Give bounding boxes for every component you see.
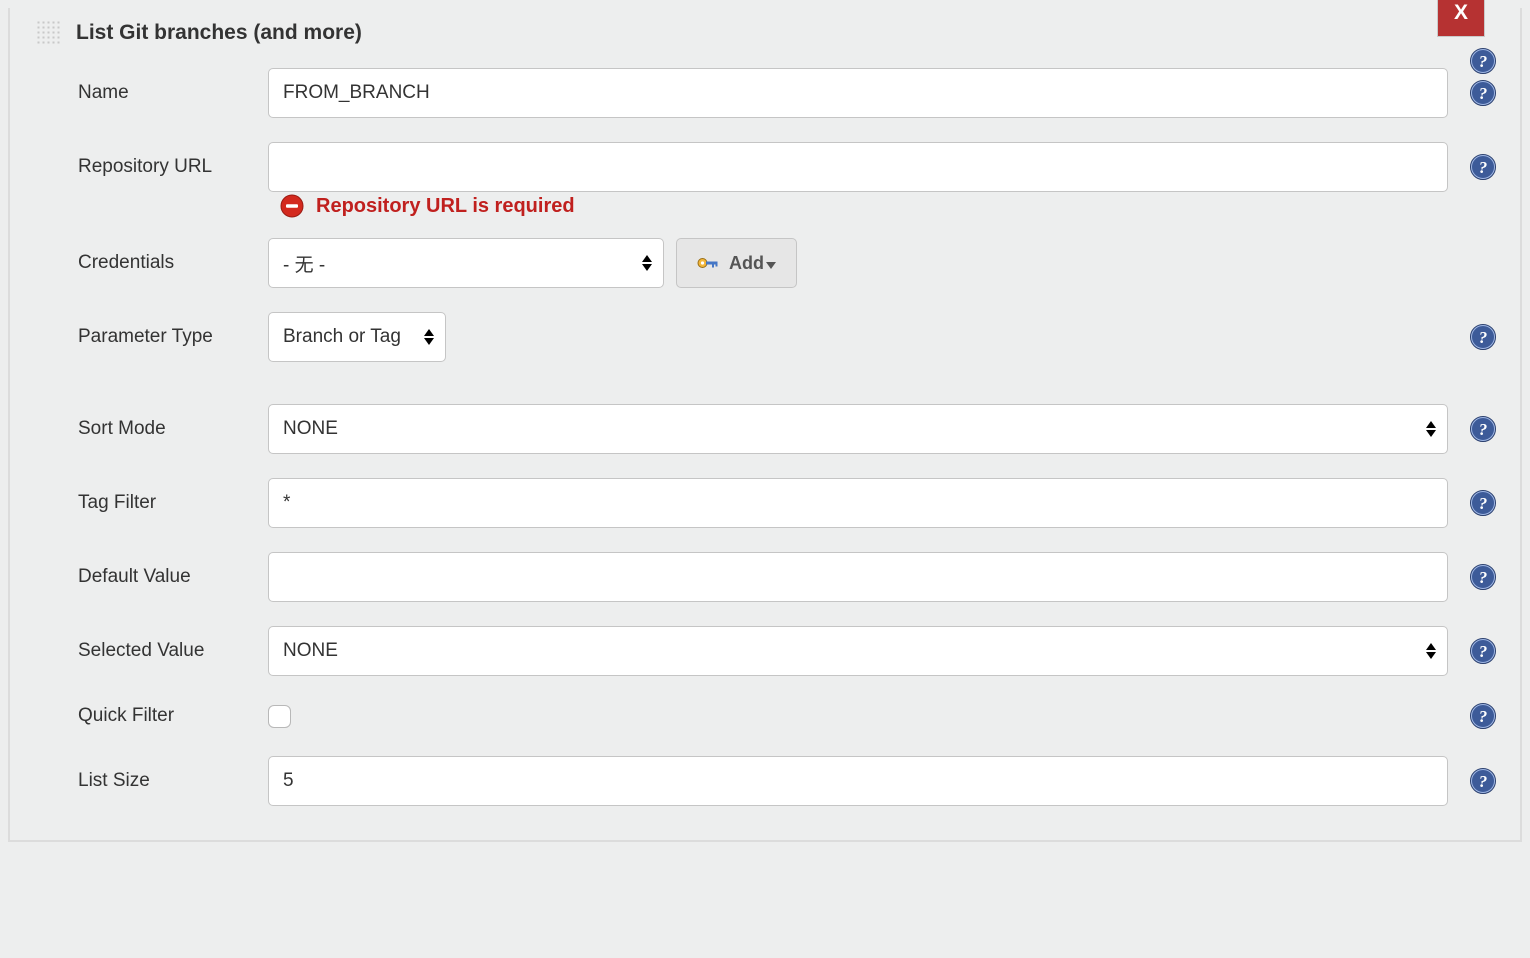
quick-filter-checkbox[interactable] xyxy=(268,705,291,728)
label-name: Name xyxy=(10,82,268,104)
label-credentials: Credentials xyxy=(10,252,268,274)
row-tag-filter: Tag Filter ? xyxy=(10,466,1520,540)
error-text: Repository URL is required xyxy=(316,195,575,218)
svg-text:?: ? xyxy=(1479,420,1488,439)
credentials-select-value: - 无 - xyxy=(269,239,663,287)
repo-url-error: Repository URL is required xyxy=(10,192,1520,226)
chevron-updown-icon xyxy=(641,255,653,271)
row-list-size: List Size ? xyxy=(10,744,1520,818)
chevron-updown-icon xyxy=(423,329,435,345)
help-icon[interactable]: ? xyxy=(1470,768,1496,794)
row-sort-mode: Sort Mode NONE ? xyxy=(10,392,1520,466)
drag-handle-icon[interactable] xyxy=(36,20,62,46)
selected-value-select[interactable]: NONE xyxy=(268,626,1448,676)
svg-text:?: ? xyxy=(1479,328,1488,347)
panel-header: List Git branches (and more) xyxy=(10,8,1520,52)
row-parameter-type: Parameter Type Branch or Tag ? xyxy=(10,300,1520,374)
row-repo-url: Repository URL ? xyxy=(10,130,1520,196)
row-name: Name ? xyxy=(10,56,1520,130)
help-icon[interactable]: ? xyxy=(1470,490,1496,516)
tag-filter-input[interactable] xyxy=(268,478,1448,528)
help-icon[interactable]: ? xyxy=(1470,416,1496,442)
add-credentials-button[interactable]: Add xyxy=(676,238,797,288)
key-icon xyxy=(697,255,719,271)
credentials-select[interactable]: - 无 - xyxy=(268,238,664,288)
form: Name ? Repository URL xyxy=(10,52,1520,820)
help-icon[interactable]: ? xyxy=(1470,564,1496,590)
chevron-down-icon xyxy=(766,253,776,274)
chevron-updown-icon xyxy=(1425,421,1437,437)
label-list-size: List Size xyxy=(10,770,268,792)
svg-text:?: ? xyxy=(1479,158,1488,177)
git-param-panel: X List Git branches (and more) ? Name xyxy=(8,8,1522,842)
panel-title: List Git branches (and more) xyxy=(76,21,362,45)
svg-text:?: ? xyxy=(1479,494,1488,513)
row-quick-filter: Quick Filter ? xyxy=(10,688,1520,744)
label-tag-filter: Tag Filter xyxy=(10,492,268,514)
name-input[interactable] xyxy=(268,68,1448,118)
help-icon[interactable]: ? xyxy=(1470,638,1496,664)
repo-url-input[interactable] xyxy=(268,142,1448,192)
label-quick-filter: Quick Filter xyxy=(10,705,268,727)
help-icon[interactable]: ? xyxy=(1470,80,1496,106)
svg-text:?: ? xyxy=(1479,642,1488,661)
help-icon[interactable]: ? xyxy=(1470,48,1496,74)
selected-value-select-value: NONE xyxy=(269,627,1447,675)
sort-mode-select-value: NONE xyxy=(269,405,1447,453)
label-repo-url: Repository URL xyxy=(10,156,268,178)
add-button-label: Add xyxy=(729,253,764,274)
close-button[interactable]: X xyxy=(1438,0,1484,36)
label-selected-value: Selected Value xyxy=(10,640,268,662)
default-value-input[interactable] xyxy=(268,552,1448,602)
sort-mode-select[interactable]: NONE xyxy=(268,404,1448,454)
svg-text:?: ? xyxy=(1479,84,1488,103)
label-default-value: Default Value xyxy=(10,566,268,588)
row-credentials: Credentials - 无 - xyxy=(10,226,1520,300)
row-selected-value: Selected Value NONE ? xyxy=(10,614,1520,688)
help-icon[interactable]: ? xyxy=(1470,154,1496,180)
svg-text:?: ? xyxy=(1479,772,1488,791)
list-size-input[interactable] xyxy=(268,756,1448,806)
svg-text:?: ? xyxy=(1479,707,1488,726)
row-default-value: Default Value ? xyxy=(10,540,1520,614)
svg-text:?: ? xyxy=(1479,568,1488,587)
help-icon[interactable]: ? xyxy=(1470,703,1496,729)
parameter-type-select-value: Branch or Tag xyxy=(269,313,445,361)
parameter-type-select[interactable]: Branch or Tag xyxy=(268,312,446,362)
label-sort-mode: Sort Mode xyxy=(10,418,268,440)
svg-text:?: ? xyxy=(1479,52,1488,71)
help-icon[interactable]: ? xyxy=(1470,324,1496,350)
chevron-updown-icon xyxy=(1425,643,1437,659)
label-parameter-type: Parameter Type xyxy=(10,326,268,348)
error-icon xyxy=(280,194,304,218)
